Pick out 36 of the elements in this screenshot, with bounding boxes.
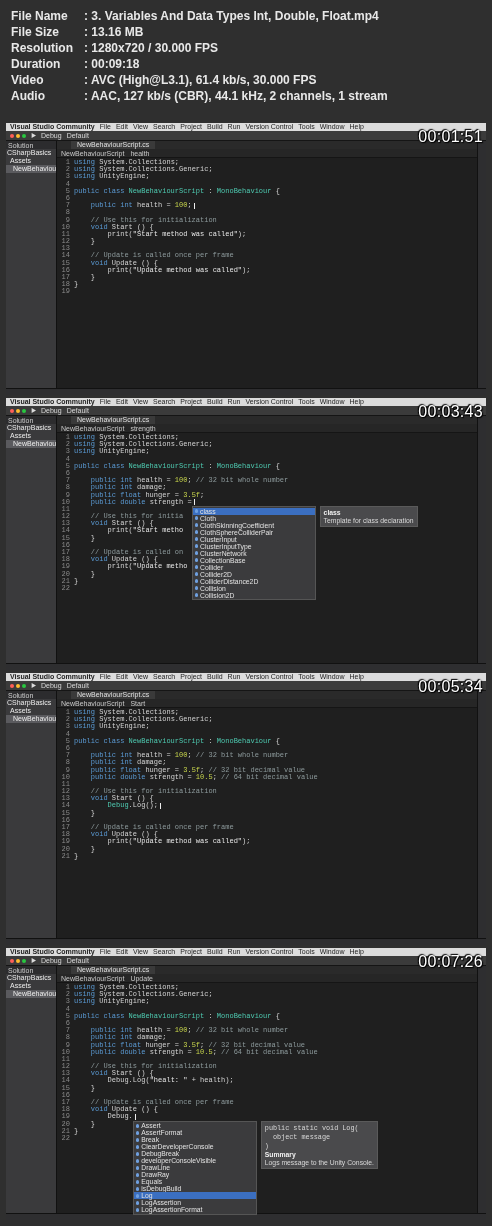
info-label: Audio <box>11 89 46 103</box>
info-value: : 00:09:18 <box>84 57 140 71</box>
info-value: : 1280x720 / 30.000 FPS <box>84 41 219 55</box>
play-icon[interactable] <box>31 133 36 138</box>
timestamp: 00:03:43 <box>418 403 483 421</box>
maximize-icon[interactable] <box>22 958 26 963</box>
info-label: Video <box>11 73 45 87</box>
maximize-icon[interactable] <box>22 683 26 688</box>
close-icon[interactable] <box>10 958 14 963</box>
text-caret <box>134 1114 136 1120</box>
info-label: Duration <box>11 57 62 71</box>
info-label: File Name <box>11 9 69 23</box>
info-label: File Size <box>11 25 61 39</box>
info-label: Resolution <box>11 41 74 55</box>
minimize-icon[interactable] <box>16 408 20 413</box>
info-value: : 13.16 MB <box>84 25 144 39</box>
close-icon[interactable] <box>10 408 14 413</box>
info-value: : AVC (High@L3.1), 61.4 kb/s, 30.000 FPS <box>84 73 317 87</box>
close-icon[interactable] <box>10 683 14 688</box>
text-caret <box>193 202 195 209</box>
minimize-icon[interactable] <box>16 133 20 138</box>
maximize-icon[interactable] <box>22 408 26 413</box>
timestamp: 00:07:26 <box>418 953 483 971</box>
play-icon[interactable] <box>31 683 36 688</box>
maximize-icon[interactable] <box>22 133 26 138</box>
text-caret <box>193 499 195 506</box>
play-icon[interactable] <box>31 958 36 963</box>
minimize-icon[interactable] <box>16 683 20 688</box>
timestamp: 00:05:34 <box>418 678 483 696</box>
timestamp: 00:01:51 <box>418 128 483 146</box>
info-value: : 3. Variables And Data Types Int, Double, Float.mp4 <box>84 9 379 23</box>
minimize-icon[interactable] <box>16 958 20 963</box>
close-icon[interactable] <box>10 133 14 138</box>
text-caret <box>160 803 161 810</box>
play-icon[interactable] <box>31 408 36 413</box>
info-value: : AAC, 127 kb/s (CBR), 44.1 kHz, 2 channels, 1 stream <box>84 89 388 103</box>
